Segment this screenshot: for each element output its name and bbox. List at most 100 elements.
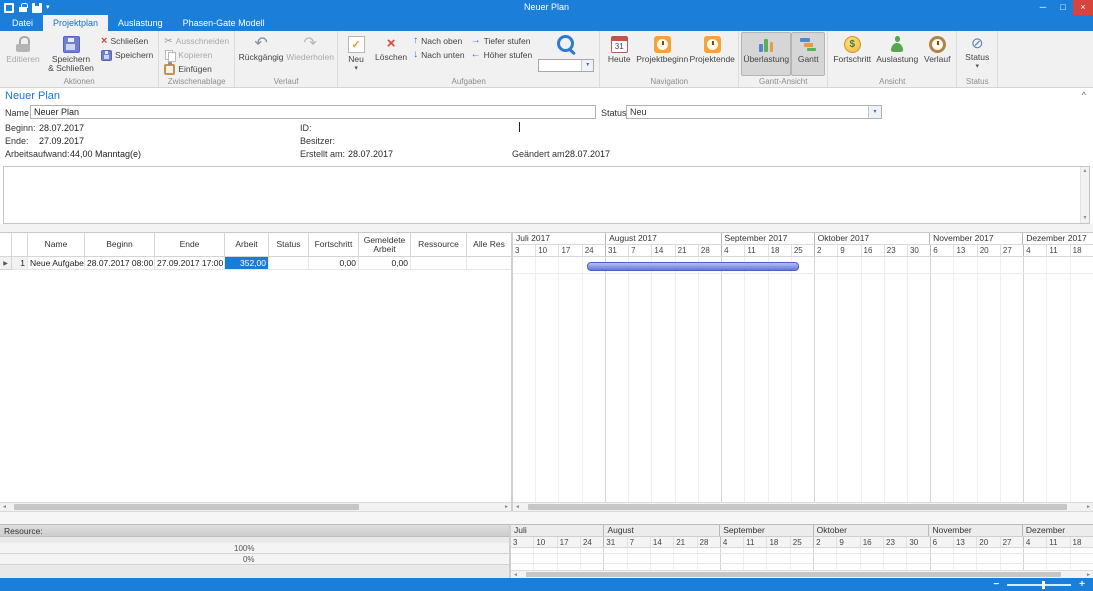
column-header-alle-res[interactable]: Alle Res: [467, 233, 511, 257]
description-textarea[interactable]: ▲ ▼: [3, 166, 1090, 224]
column-header-arbeit[interactable]: Arbeit: [225, 233, 269, 257]
save-icon[interactable]: [32, 3, 42, 13]
scroll-down-icon[interactable]: ▼: [1081, 214, 1089, 223]
cell-alle-res[interactable]: [467, 257, 511, 270]
timeline-grid-column: [627, 548, 650, 570]
timeline-day-label: 20: [976, 537, 999, 547]
arrow-down-icon: ↓: [413, 50, 418, 60]
group-label-aktionen: Aktionen: [2, 76, 156, 87]
gantt-horizontal-scrollbar[interactable]: ◄ ►: [513, 502, 1093, 511]
column-header-beginn[interactable]: Beginn: [85, 233, 155, 257]
task-filter-combobox[interactable]: ▾: [538, 59, 594, 72]
scroll-right-icon[interactable]: ►: [1084, 571, 1093, 578]
combobox-field[interactable]: [539, 60, 581, 71]
description-scrollbar[interactable]: ▲ ▼: [1080, 167, 1089, 223]
einfuegen-button[interactable]: Einfügen: [161, 63, 232, 75]
speichern-und-schliessen-button[interactable]: Speichern & Schließen: [44, 32, 98, 76]
column-header-name[interactable]: Name: [28, 233, 85, 257]
gantt-row-line: [513, 273, 1093, 274]
zoom-in-button[interactable]: +: [1079, 579, 1085, 591]
tab-projektplan[interactable]: Projektplan: [43, 15, 108, 31]
projektbeginn-button[interactable]: Projektbeginn: [636, 32, 688, 76]
gantt-task-bar[interactable]: [587, 262, 799, 271]
timeline-grid-column: [743, 548, 766, 570]
gantt-toggle-button[interactable]: Gantt: [791, 32, 825, 76]
cell-status[interactable]: [269, 257, 309, 270]
tab-auslastung[interactable]: Auslastung: [108, 15, 173, 31]
heute-button[interactable]: 31 Heute: [602, 32, 636, 76]
zoom-slider[interactable]: [1007, 584, 1071, 586]
timeline-grid-column: [1070, 257, 1093, 502]
zoom-out-button[interactable]: −: [993, 579, 999, 591]
zoom-slider-thumb[interactable]: [1042, 581, 1045, 589]
statusbar: − +: [0, 578, 1093, 591]
neu-button[interactable]: ✓ Neu ▾: [340, 32, 372, 76]
column-header-ende[interactable]: Ende: [155, 233, 225, 257]
fortschritt-button[interactable]: $ Fortschritt: [830, 32, 874, 76]
scrollbar-thumb[interactable]: [528, 504, 1068, 510]
tiefer-stufen-button[interactable]: → Tiefer stufen: [468, 35, 536, 47]
scroll-left-icon[interactable]: ◄: [513, 503, 522, 511]
app-icon[interactable]: [4, 3, 14, 13]
column-header-gemeldete-arbeit[interactable]: Gemeldete Arbeit: [359, 233, 411, 257]
rueckgaengig-button[interactable]: ↶ Rückgängig: [237, 32, 285, 76]
ueberlastung-toggle-button[interactable]: Überlastung: [741, 32, 791, 76]
cell-fortschritt[interactable]: 0,00: [309, 257, 359, 270]
nach-unten-button[interactable]: ↓ Nach unten: [410, 49, 467, 61]
column-header-status[interactable]: Status: [269, 233, 309, 257]
scroll-right-icon[interactable]: ►: [1084, 503, 1093, 511]
maximize-button[interactable]: □: [1053, 0, 1073, 15]
horizontal-splitter[interactable]: [0, 224, 1093, 232]
status-select[interactable]: Neu ▾: [626, 105, 882, 119]
timeline-day-label: 14: [650, 537, 673, 547]
scroll-left-icon[interactable]: ◄: [511, 571, 520, 578]
cell-arbeit-selected[interactable]: 352,00: [225, 257, 269, 270]
scroll-right-icon[interactable]: ►: [502, 503, 511, 511]
speichern-button[interactable]: Speichern: [98, 49, 156, 61]
schliessen-button[interactable]: × Schließen: [98, 35, 156, 47]
ribbon-tabbar: Datei Projektplan Auslastung Phasen-Gate…: [0, 15, 1093, 31]
name-input[interactable]: [30, 105, 596, 119]
verlauf-button[interactable]: Verlauf: [920, 32, 954, 76]
tab-datei[interactable]: Datei: [2, 15, 43, 31]
collapse-chevron-icon[interactable]: ^: [1082, 90, 1086, 100]
scrollbar-thumb[interactable]: [526, 572, 1062, 577]
resource-left-pane: Resource: 100% 0%: [0, 524, 511, 578]
auslastung-button[interactable]: Auslastung: [874, 32, 920, 76]
projektende-button[interactable]: Projektende: [688, 32, 736, 76]
column-header-ressource[interactable]: Ressource: [411, 233, 467, 257]
timeline-grid-column: [860, 548, 883, 570]
resource-horizontal-scrollbar[interactable]: ◄ ►: [511, 570, 1093, 578]
scrollbar-thumb[interactable]: [14, 504, 359, 510]
close-button[interactable]: ×: [1073, 0, 1093, 15]
tab-phasen-gate-modell[interactable]: Phasen-Gate Modell: [173, 15, 275, 31]
nach-oben-button[interactable]: ↑ Nach oben: [410, 35, 467, 47]
lock-icon[interactable]: [18, 3, 28, 13]
column-header-fortschritt[interactable]: Fortschritt: [309, 233, 359, 257]
cell-gemeldete-arbeit[interactable]: 0,00: [359, 257, 411, 270]
scroll-up-icon[interactable]: ▲: [1081, 167, 1089, 176]
status-dropdown-button[interactable]: ⊘ Status ▾: [959, 32, 995, 76]
quick-access-dropdown-icon[interactable]: ▾: [46, 3, 50, 13]
timeline-grid-column: [930, 548, 953, 570]
chevron-down-icon: ▾: [868, 106, 881, 118]
cell-ende[interactable]: 27.09.2017 17:00: [155, 257, 225, 270]
hoeher-stufen-button[interactable]: ← Höher stufen: [468, 49, 536, 61]
timeline-grid-column: [791, 257, 814, 502]
cell-name[interactable]: Neue Aufgabe: [28, 257, 85, 270]
scroll-left-icon[interactable]: ◄: [0, 503, 9, 511]
timeline-day-label: 10: [533, 537, 556, 547]
grid-horizontal-scrollbar[interactable]: ◄ ►: [0, 502, 511, 511]
timeline-grid-column: [1023, 548, 1046, 570]
minimize-button[interactable]: ─: [1033, 0, 1053, 15]
kopieren-label: Kopieren: [178, 50, 212, 60]
search-icon[interactable]: [555, 34, 577, 56]
loeschen-button[interactable]: × Löschen: [372, 32, 410, 76]
timeline-day-label: 21: [673, 537, 696, 547]
table-row[interactable]: ▶ 1 Neue Aufgabe 28.07.2017 08:00 27.09.…: [0, 257, 511, 270]
cell-beginn[interactable]: 28.07.2017 08:00: [85, 257, 155, 270]
cell-ressource[interactable]: [411, 257, 467, 270]
resource-splitter[interactable]: [0, 511, 1093, 524]
chevron-down-icon[interactable]: ▾: [581, 60, 593, 71]
progress-coin-icon: $: [844, 36, 861, 53]
